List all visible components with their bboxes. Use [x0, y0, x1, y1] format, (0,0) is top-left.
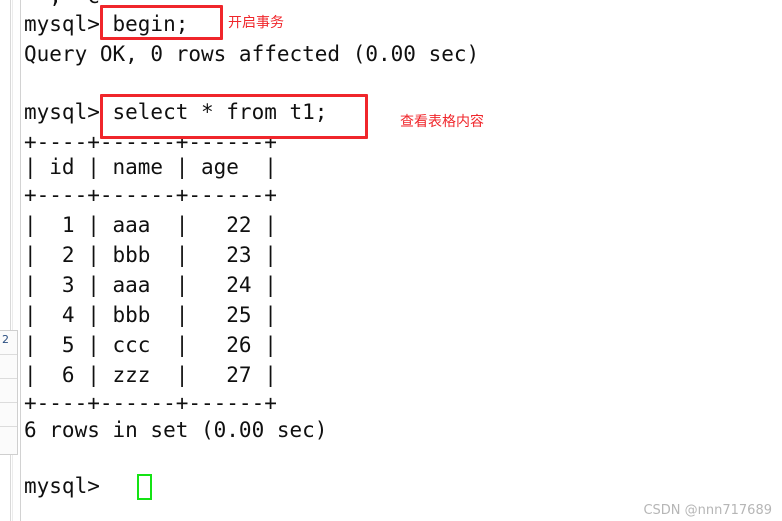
- table-row: | 5 | ccc | 26 |: [24, 333, 277, 357]
- annotation-label-begin: 开启事务: [228, 15, 284, 31]
- table-row: | 6 | zzz | 27 |: [24, 363, 277, 387]
- watermark-text: CSDN @nnn717689: [643, 503, 772, 518]
- clipped-previous-line: ; c: [24, 0, 100, 9]
- terminal-line-prompt-final: mysql>: [24, 474, 100, 498]
- table-header-row: | id | name | age |: [24, 155, 277, 179]
- table-row: | 2 | bbb | 23 |: [24, 243, 277, 267]
- terminal-cursor: [137, 474, 152, 500]
- highlight-box-begin-command: [100, 5, 223, 40]
- annotation-label-select: 查看表格内容: [400, 114, 484, 130]
- table-row: | 4 | bbb | 25 |: [24, 303, 277, 327]
- terminal-line-result-select: 6 rows in set (0.00 sec): [24, 418, 328, 442]
- table-row: | 3 | aaa | 24 |: [24, 273, 277, 297]
- terminal-output-area[interactable]: ; c mysql> begin; Query OK, 0 rows affec…: [24, 0, 782, 521]
- side-panel-row[interactable]: 2: [0, 331, 17, 355]
- table-row: | 1 | aaa | 22 |: [24, 213, 277, 237]
- side-panel-row[interactable]: [0, 427, 17, 451]
- table-separator-bottom: +----+------+------+: [24, 391, 277, 415]
- terminal-left-border: [20, 0, 21, 521]
- table-separator-middle: +----+------+------+: [24, 183, 277, 207]
- highlight-box-select-command: [100, 94, 368, 139]
- terminal-line-result-begin: Query OK, 0 rows affected (0.00 sec): [24, 42, 480, 66]
- left-gutter: 2: [0, 0, 22, 521]
- side-panel-row[interactable]: [0, 379, 17, 403]
- side-panel-row[interactable]: [0, 355, 17, 379]
- side-panel-row[interactable]: [0, 403, 17, 427]
- side-panel-row-number: 2: [2, 333, 9, 346]
- side-panel-clipped[interactable]: 2: [0, 330, 18, 455]
